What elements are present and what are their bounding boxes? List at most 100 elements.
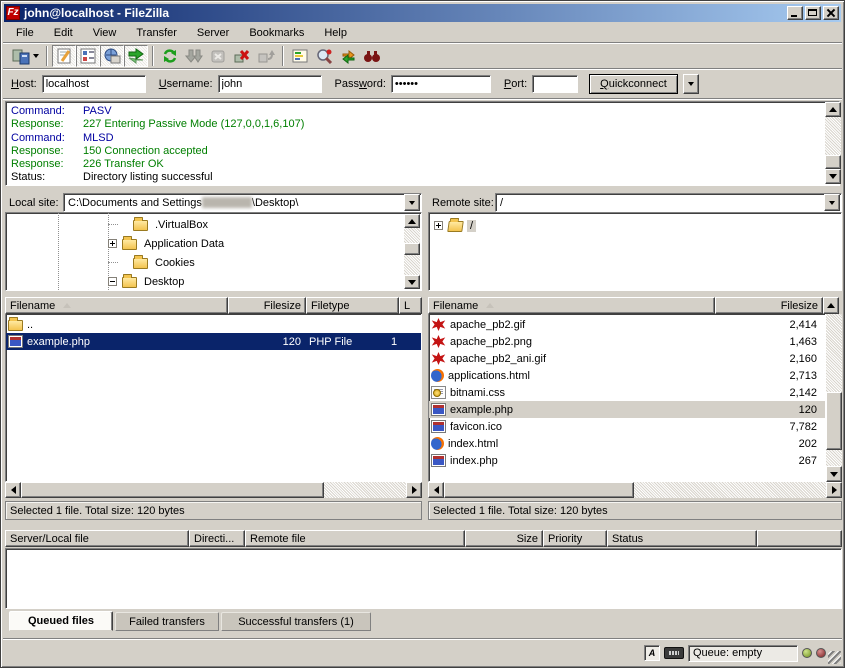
toggle-local-tree-button[interactable] [76, 45, 100, 67]
expand-icon[interactable] [434, 221, 443, 230]
scroll-left-button[interactable] [428, 482, 444, 498]
local-file-list[interactable]: .. example.php 120 PHP File 1 [5, 314, 422, 482]
menu-view[interactable]: View [88, 25, 126, 41]
scrollbar-track[interactable] [825, 117, 841, 155]
directory-comparison-button[interactable] [312, 45, 336, 67]
remote-row[interactable]: apache_pb2.gif2,414 [429, 316, 825, 333]
tab-failed-transfers[interactable]: Failed transfers [115, 612, 219, 631]
column-filename[interactable]: Filename [5, 297, 228, 314]
cancel-operation-button[interactable] [206, 45, 230, 67]
port-input[interactable] [532, 75, 578, 93]
scrollbar-thumb[interactable] [444, 482, 634, 498]
local-list-hscrollbar[interactable] [5, 482, 422, 498]
remote-row[interactable]: index.html202 [429, 435, 825, 452]
column-filetype[interactable]: Filetype [306, 297, 399, 314]
column-lastmodified[interactable]: L [399, 297, 422, 314]
expand-icon[interactable] [108, 239, 117, 248]
resize-grip[interactable] [828, 651, 841, 664]
local-row-example-php[interactable]: example.php 120 PHP File 1 [6, 333, 421, 350]
toggle-message-log-button[interactable] [52, 45, 76, 67]
column-priority[interactable]: Priority [543, 530, 607, 547]
synchronized-browsing-button[interactable] [336, 45, 360, 67]
remote-directory-tree[interactable]: / [428, 212, 842, 291]
column-filesize[interactable]: Filesize [715, 297, 823, 314]
scroll-left-button[interactable] [5, 482, 21, 498]
column-direction[interactable]: Directi... [189, 530, 245, 547]
column-filesize[interactable]: Filesize [228, 297, 306, 314]
site-manager-button[interactable] [8, 45, 42, 67]
remote-list-hscrollbar[interactable] [428, 482, 842, 498]
title-bar[interactable]: Fz john@localhost - FileZilla [4, 4, 841, 22]
menu-file[interactable]: File [11, 25, 43, 41]
scroll-down-button[interactable] [825, 169, 841, 184]
find-files-button[interactable] [360, 45, 384, 67]
password-input[interactable] [391, 75, 491, 93]
scroll-up-button[interactable] [825, 102, 841, 117]
tab-queued-files[interactable]: Queued files [9, 611, 113, 631]
username-input[interactable] [218, 75, 322, 93]
remote-row[interactable]: apache_pb2_ani.gif2,160 [429, 350, 825, 367]
local-site-dropdown-button[interactable] [404, 194, 420, 211]
quickconnect-button[interactable]: Quickconnect [589, 74, 678, 94]
process-queue-button[interactable] [182, 45, 206, 67]
menu-help[interactable]: Help [319, 25, 356, 41]
menu-edit[interactable]: Edit [49, 25, 82, 41]
local-tree-scrollbar[interactable] [404, 214, 420, 289]
scroll-right-button[interactable] [826, 482, 842, 498]
scrollbar-thumb[interactable] [404, 243, 420, 255]
scrollbar-track[interactable] [634, 482, 826, 498]
tree-item-application-data[interactable]: Application Data [108, 235, 227, 252]
scrollbar-track[interactable] [324, 482, 406, 498]
remote-row[interactable]: applications.html2,713 [429, 367, 825, 384]
column-remote-file[interactable]: Remote file [245, 530, 465, 547]
scrollbar-track[interactable] [404, 228, 420, 243]
tree-item-desktop[interactable]: Desktop [108, 273, 187, 290]
remote-row[interactable]: favicon.ico7,782 [429, 418, 825, 435]
remote-file-list[interactable]: apache_pb2.gif2,414 apache_pb2.png1,463 … [428, 314, 826, 482]
quickconnect-dropdown-button[interactable] [683, 74, 699, 94]
collapse-icon[interactable] [108, 277, 117, 286]
scroll-right-button[interactable] [406, 482, 422, 498]
scrollbar-track[interactable] [826, 450, 842, 466]
tree-item-virtualbox[interactable]: .VirtualBox [108, 216, 211, 233]
toggle-remote-tree-button[interactable] [100, 45, 124, 67]
host-input[interactable] [42, 75, 146, 93]
scrollbar-thumb[interactable] [826, 392, 842, 450]
remote-row[interactable]: index.php267 [429, 452, 825, 469]
remote-site-dropdown-button[interactable] [824, 194, 840, 211]
remote-list-vscrollbar[interactable] [826, 314, 842, 482]
close-button[interactable] [823, 6, 839, 20]
remote-row[interactable]: bitnami.css2,142 [429, 384, 825, 401]
tab-successful-transfers[interactable]: Successful transfers (1) [221, 612, 371, 631]
scroll-down-button[interactable] [826, 466, 842, 482]
remote-site-combo[interactable]: / [495, 193, 842, 212]
directory-filters-button[interactable] [288, 45, 312, 67]
local-site-combo[interactable]: C:\Documents and Settings\Desktop\ [63, 193, 422, 212]
column-server-local-file[interactable]: Server/Local file [5, 530, 189, 547]
site-manager-dropdown-icon[interactable] [33, 54, 39, 58]
scroll-up-button[interactable] [823, 297, 839, 314]
column-status[interactable]: Status [607, 530, 757, 547]
scrollbar-thumb[interactable] [21, 482, 324, 498]
log-scrollbar[interactable] [825, 102, 841, 185]
menu-transfer[interactable]: Transfer [131, 25, 186, 41]
tree-item-root[interactable]: / [434, 217, 476, 234]
scrollbar-track[interactable] [404, 255, 420, 275]
local-directory-tree[interactable]: .VirtualBox Application Data Cookies Des… [5, 212, 422, 291]
disconnect-button[interactable] [230, 45, 254, 67]
remote-row-selected[interactable]: example.php120 [429, 401, 825, 418]
scroll-up-button[interactable] [404, 214, 420, 228]
scrollbar-thumb[interactable] [825, 155, 841, 169]
menu-server[interactable]: Server [192, 25, 238, 41]
scroll-down-button[interactable] [404, 275, 420, 289]
maximize-button[interactable] [805, 6, 821, 20]
column-filename[interactable]: Filename [428, 297, 715, 314]
scrollbar-track[interactable] [826, 314, 842, 392]
queue-list[interactable] [5, 548, 842, 609]
reconnect-button[interactable] [254, 45, 278, 67]
message-log[interactable]: Command:PASV Response:227 Entering Passi… [5, 101, 840, 186]
minimize-button[interactable] [787, 6, 803, 20]
remote-row[interactable]: apache_pb2.png1,463 [429, 333, 825, 350]
column-size[interactable]: Size [465, 530, 543, 547]
refresh-button[interactable] [158, 45, 182, 67]
